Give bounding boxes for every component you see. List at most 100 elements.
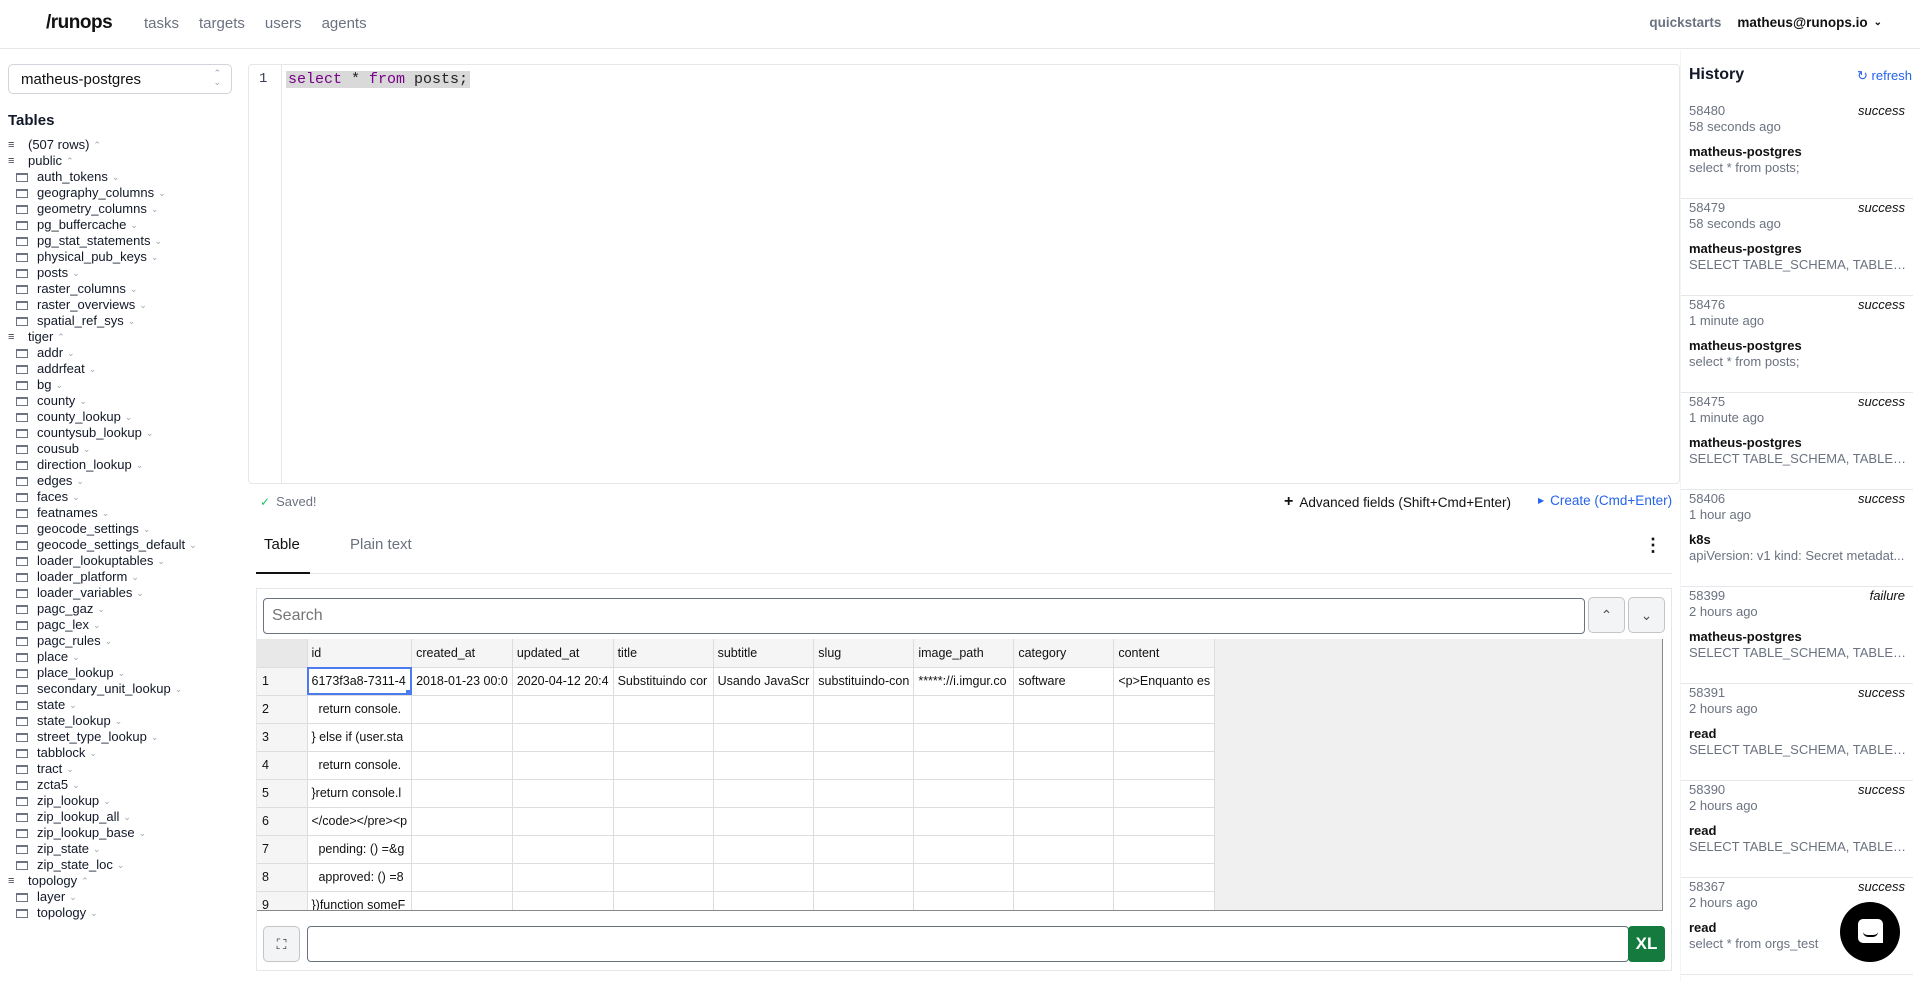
search-prev-button[interactable]: ⌃ (1588, 597, 1625, 633)
target-select[interactable]: matheus-postgres ⌃ ⌄ (8, 64, 232, 94)
table-cell[interactable] (613, 891, 714, 910)
table-cell[interactable]: substituindo-con (813, 667, 915, 696)
table-cell[interactable]: Usando JavaScr (713, 667, 815, 696)
table-cell[interactable] (411, 835, 513, 864)
chat-launcher-button[interactable] (1840, 902, 1900, 962)
column-header[interactable]: title (613, 639, 714, 668)
table-item[interactable]: cousub ⌄ (8, 441, 197, 457)
table-cell[interactable] (813, 723, 915, 752)
table-cell[interactable] (913, 779, 1015, 808)
table-cell[interactable] (1113, 891, 1216, 910)
row-number[interactable]: 6 (257, 807, 308, 836)
table-item[interactable]: geometry_columns ⌄ (8, 201, 197, 217)
row-number[interactable]: 5 (257, 779, 308, 808)
column-header[interactable]: category (1013, 639, 1115, 668)
nav-link-users[interactable]: users (265, 15, 302, 32)
nav-link-agents[interactable]: agents (322, 15, 367, 32)
fullscreen-button[interactable]: ⛶ (263, 926, 300, 962)
table-item[interactable]: state_lookup ⌄ (8, 713, 197, 729)
row-number[interactable]: 2 (257, 695, 308, 724)
table-cell[interactable] (913, 723, 1015, 752)
history-item[interactable]: 58399 failure 2 hours ago matheus-postgres S… (1681, 587, 1913, 684)
table-cell[interactable] (813, 891, 915, 910)
table-cell[interactable] (813, 751, 915, 780)
table-item[interactable]: pagc_gaz ⌄ (8, 601, 197, 617)
grid-search-input[interactable] (263, 598, 1585, 634)
table-cell[interactable]: 2018-01-23 00:0 (411, 667, 513, 696)
table-cell[interactable]: *****://i.imgur.co (913, 667, 1015, 696)
table-cell[interactable] (1013, 779, 1115, 808)
table-item[interactable]: auth_tokens ⌄ (8, 169, 197, 185)
table-cell[interactable] (1113, 863, 1216, 892)
table-cell[interactable] (1013, 891, 1115, 910)
table-cell[interactable] (813, 863, 915, 892)
table-item[interactable]: loader_variables ⌄ (8, 585, 197, 601)
table-cell[interactable] (1013, 807, 1115, 836)
table-item[interactable]: zip_state_loc ⌄ (8, 857, 197, 873)
user-menu[interactable]: matheus@runops.io ⌄ (1737, 15, 1882, 30)
table-item[interactable]: addrfeat ⌄ (8, 361, 197, 377)
row-number[interactable]: 9 (257, 891, 308, 910)
history-item[interactable]: 58390 success 2 hours ago read SELECT TABLE_… (1681, 781, 1913, 878)
fill-handle[interactable] (406, 689, 411, 694)
table-cell[interactable] (713, 807, 815, 836)
table-item[interactable]: tract ⌄ (8, 761, 197, 777)
schema-item[interactable]: ≡ public ⌃ (8, 153, 197, 169)
table-item[interactable]: zip_lookup_base ⌄ (8, 825, 197, 841)
table-item[interactable]: physical_pub_keys ⌄ (8, 249, 197, 265)
column-header[interactable]: subtitle (713, 639, 815, 668)
table-cell[interactable]: }return console.l (307, 779, 413, 808)
history-item[interactable]: 58476 success 1 minute ago matheus-postgres… (1681, 296, 1913, 393)
more-options-icon[interactable]: ⋮ (1644, 536, 1662, 554)
history-item[interactable]: 58480 success 58 seconds ago matheus-postgr… (1681, 102, 1913, 199)
schema-item[interactable]: ≡ (507 rows) ⌃ (8, 137, 197, 153)
search-next-button[interactable]: ⌄ (1628, 597, 1665, 633)
table-cell[interactable]: <p>Enquanto es (1113, 667, 1216, 696)
table-cell[interactable] (1113, 835, 1216, 864)
advanced-fields-button[interactable]: + Advanced fields (Shift+Cmd+Enter) (1284, 493, 1511, 511)
refresh-button[interactable]: ↻ refresh (1857, 68, 1912, 84)
table-cell[interactable] (713, 891, 815, 910)
table-cell[interactable] (411, 695, 513, 724)
table-cell[interactable]: software (1013, 667, 1115, 696)
row-number[interactable]: 8 (257, 863, 308, 892)
column-header[interactable]: slug (813, 639, 915, 668)
create-button[interactable]: ▶ Create (Cmd+Enter) (1538, 493, 1672, 508)
table-cell[interactable] (411, 751, 513, 780)
logo[interactable]: /runops (46, 12, 113, 34)
table-item[interactable]: topology ⌄ (8, 905, 197, 921)
table-cell[interactable] (512, 779, 614, 808)
nav-link-tasks[interactable]: tasks (144, 15, 179, 32)
table-cell[interactable] (813, 835, 915, 864)
table-cell[interactable] (813, 779, 915, 808)
table-item[interactable]: geocode_settings ⌄ (8, 521, 197, 537)
table-cell[interactable] (913, 751, 1015, 780)
table-cell[interactable] (713, 779, 815, 808)
table-cell[interactable] (411, 863, 513, 892)
table-cell[interactable]: })function someF (307, 891, 413, 910)
code-editor[interactable]: 1 select * from posts; (248, 64, 1680, 484)
column-header[interactable]: updated_at (512, 639, 614, 668)
table-cell[interactable] (713, 835, 815, 864)
table-cell[interactable] (512, 723, 614, 752)
table-item[interactable]: featnames ⌄ (8, 505, 197, 521)
table-cell[interactable] (512, 863, 614, 892)
table-cell[interactable] (613, 863, 714, 892)
history-item[interactable]: 58475 success 1 minute ago matheus-postgres… (1681, 393, 1913, 490)
table-cell[interactable] (1013, 723, 1115, 752)
table-cell[interactable] (512, 695, 614, 724)
table-cell[interactable] (512, 891, 614, 910)
row-number[interactable]: 4 (257, 751, 308, 780)
table-cell[interactable]: 2020-04-12 20:4 (512, 667, 614, 696)
table-item[interactable]: geocode_settings_default ⌄ (8, 537, 197, 553)
table-item[interactable]: loader_platform ⌄ (8, 569, 197, 585)
row-number[interactable]: 3 (257, 723, 308, 752)
table-item[interactable]: zcta5 ⌄ (8, 777, 197, 793)
cell-value-input[interactable] (307, 926, 1629, 962)
table-cell[interactable] (1113, 807, 1216, 836)
table-cell[interactable]: pending: () =&g (307, 835, 413, 864)
table-cell[interactable] (1113, 723, 1216, 752)
table-item[interactable]: tabblock ⌄ (8, 745, 197, 761)
table-item[interactable]: spatial_ref_sys ⌄ (8, 313, 197, 329)
table-cell[interactable] (913, 807, 1015, 836)
